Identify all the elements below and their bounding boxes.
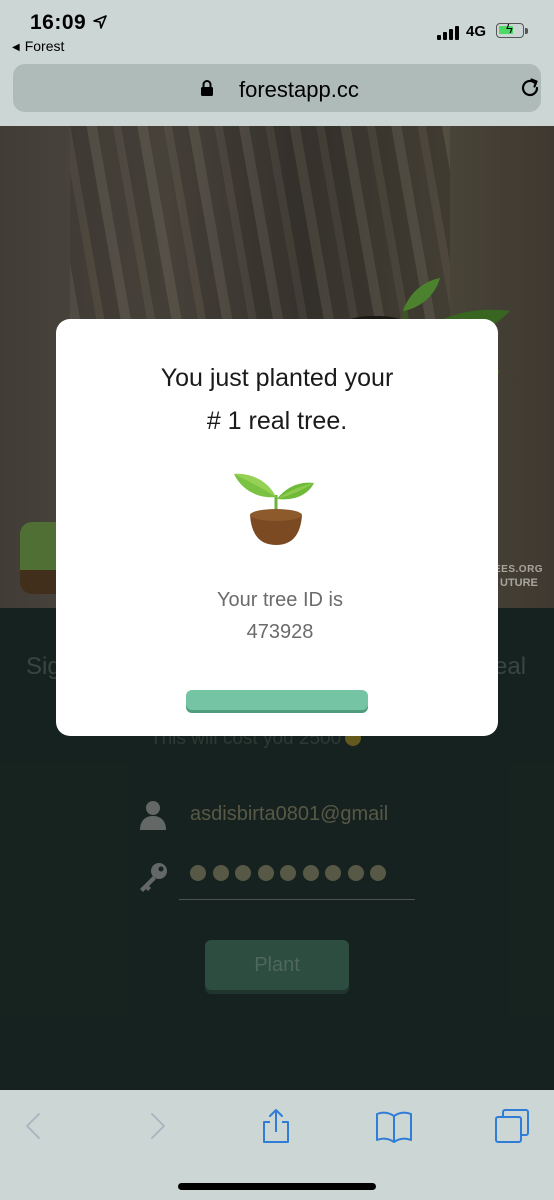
home-indicator bbox=[178, 1183, 376, 1190]
signal-icon bbox=[437, 24, 463, 40]
forward-icon[interactable] bbox=[138, 1108, 174, 1144]
status-bar: 16:09 ◀ Forest 4G ϟ bbox=[0, 0, 554, 62]
battery-icon: ϟ bbox=[496, 22, 524, 38]
tabs-icon[interactable] bbox=[494, 1108, 530, 1144]
planted-tree-modal: You just planted your # 1 real tree. You… bbox=[56, 319, 498, 736]
reload-icon[interactable] bbox=[518, 76, 542, 100]
status-time: 16:09 bbox=[30, 11, 87, 34]
share-icon[interactable] bbox=[258, 1108, 294, 1144]
sprout-icon bbox=[234, 473, 314, 545]
address-bar[interactable]: forestapp.cc bbox=[13, 64, 541, 112]
lock-icon bbox=[201, 80, 213, 96]
modal-title: You just planted your # 1 real tree. bbox=[56, 357, 498, 443]
screen: 16:09 ◀ Forest 4G ϟ forestapp.cc EES.ORG… bbox=[0, 0, 554, 1200]
back-triangle-icon: ◀ bbox=[12, 42, 20, 53]
bookmarks-icon[interactable] bbox=[376, 1108, 412, 1144]
back-to-app-link[interactable]: ◀ Forest bbox=[12, 38, 64, 54]
modal-title-line2: # 1 real tree. bbox=[206, 407, 348, 435]
back-icon[interactable] bbox=[17, 1108, 53, 1144]
back-app-label: Forest bbox=[24, 38, 65, 54]
modal-title-line1: You just planted your bbox=[160, 364, 394, 392]
network-type: 4G bbox=[466, 23, 487, 40]
tree-id-label: Your tree ID is bbox=[217, 589, 343, 611]
battery-cap bbox=[525, 28, 528, 34]
url-text: forestapp.cc bbox=[239, 77, 359, 102]
tree-id-value: 473928 bbox=[246, 621, 314, 643]
modal-confirm-button[interactable] bbox=[186, 690, 368, 710]
location-arrow-icon bbox=[93, 15, 107, 29]
